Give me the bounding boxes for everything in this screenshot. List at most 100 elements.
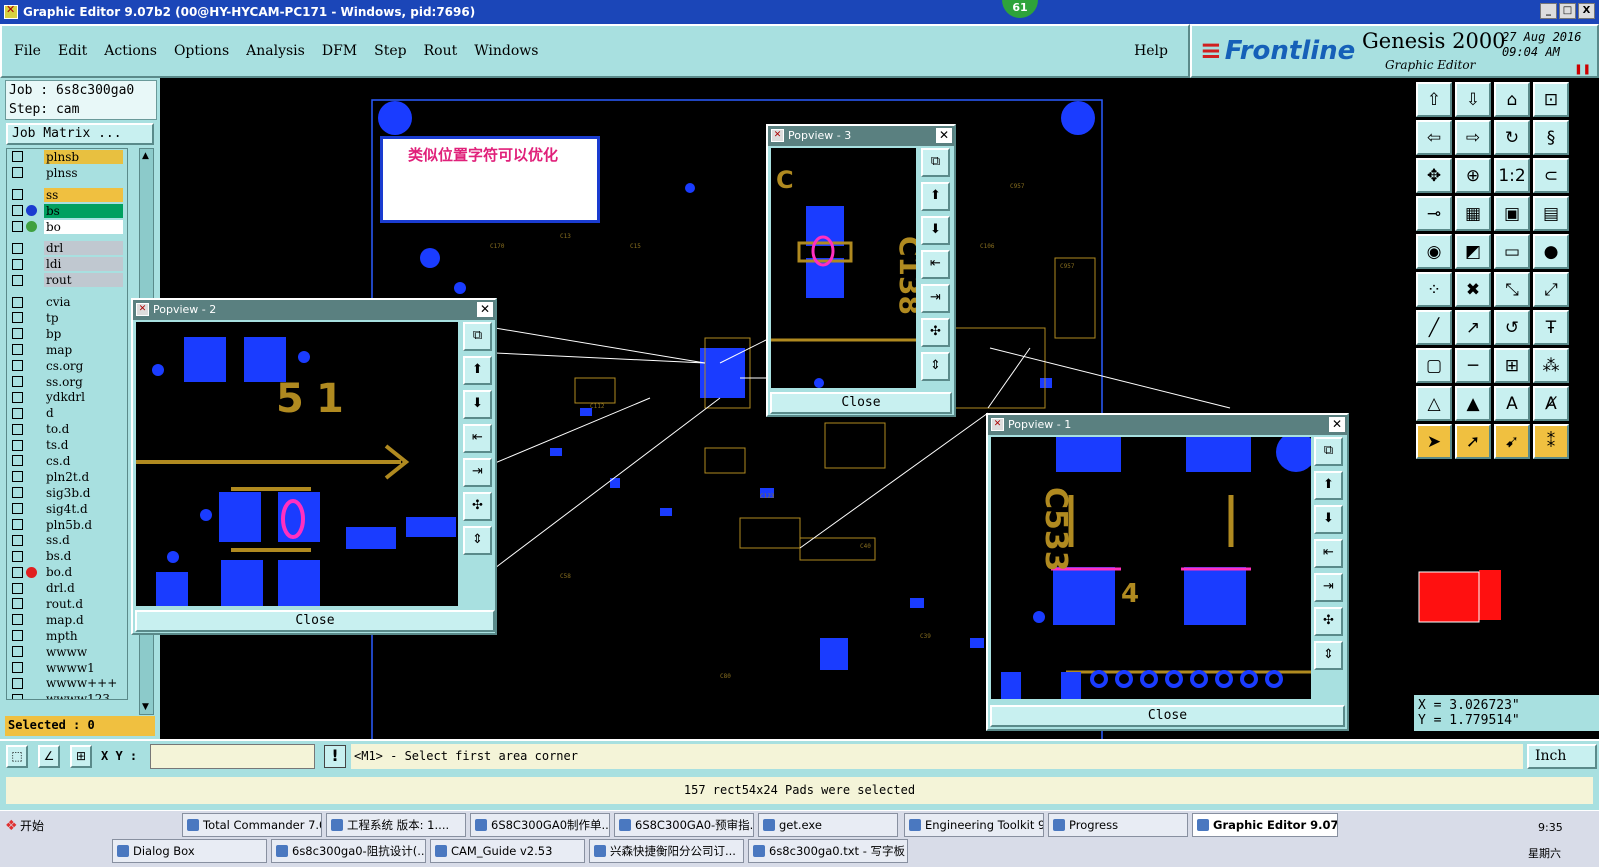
layer-row[interactable]: sig4t.d (7, 501, 127, 517)
link-icon[interactable]: ⤢ (1533, 272, 1569, 307)
job-matrix-button[interactable]: Job Matrix ... (6, 123, 154, 145)
zoom-home-icon[interactable]: ⇕ (1314, 641, 1343, 670)
layer-row[interactable]: ss.d (7, 532, 127, 548)
pan-right-icon[interactable]: ⇥ (921, 284, 950, 313)
center-icon[interactable]: ⊕ (1455, 158, 1491, 193)
layer-row[interactable]: sig3b.d (7, 485, 127, 501)
layer-name[interactable]: d (44, 406, 123, 421)
layer-name[interactable]: plnsb (44, 149, 123, 164)
text-icon[interactable]: Ŧ (1533, 310, 1569, 345)
popview-2-close-button[interactable]: Close (135, 610, 495, 632)
zoom-out-icon[interactable]: ⬇ (921, 216, 950, 245)
fit-screen-icon[interactable]: ✥ (1416, 158, 1452, 193)
select-icon[interactable]: ◉ (1416, 234, 1452, 269)
layer-checkbox[interactable] (12, 258, 23, 270)
layer-row[interactable]: bo.d (7, 564, 127, 580)
layer-name[interactable]: tp (44, 310, 123, 325)
layer-row[interactable]: wwww (7, 644, 127, 660)
notification-badge[interactable]: 61 (1002, 0, 1038, 18)
layer-checkbox[interactable] (12, 328, 23, 340)
layer-checkbox[interactable] (12, 423, 23, 435)
layer-row[interactable]: map.d (7, 612, 127, 628)
popview-3-view[interactable]: C138 C (771, 148, 916, 388)
close-button[interactable]: X (1578, 3, 1595, 19)
layer-row[interactable]: mpth (7, 628, 127, 644)
grid-mode-icon[interactable]: ⊞ (70, 745, 92, 768)
minimize-button[interactable]: _ (1540, 3, 1557, 19)
zoom-window-icon[interactable]: ⧉ (1314, 437, 1343, 466)
layer-row[interactable]: plnss (7, 165, 127, 181)
layer-name[interactable]: bs (44, 203, 123, 218)
layer-name[interactable]: bs.d (44, 549, 123, 564)
menu-windows[interactable]: Windows (474, 43, 538, 59)
rect-add-icon[interactable]: ▢ (1416, 348, 1452, 383)
minus-icon[interactable]: ─ (1455, 348, 1491, 383)
menu-options[interactable]: Options (174, 43, 229, 59)
grid-icon[interactable]: ▦ (1455, 196, 1491, 231)
layer-checkbox[interactable] (12, 296, 23, 308)
layer-checkbox[interactable] (12, 376, 23, 388)
pan-left-icon[interactable]: ⇤ (921, 250, 950, 279)
menu-help[interactable]: Help (1134, 43, 1168, 59)
layer-checkbox[interactable] (12, 598, 23, 610)
layer-name[interactable]: sig4t.d (44, 501, 123, 516)
zoom-window-icon[interactable]: ⧉ (921, 148, 950, 177)
layer-row[interactable]: cs.org (7, 358, 127, 374)
taskbar-item[interactable]: Total Commander 7.0 ... (182, 813, 322, 837)
menu-dfm[interactable]: DFM (322, 43, 357, 59)
layer-checkbox[interactable] (12, 550, 23, 562)
popview-1-view[interactable]: C533 4 (991, 437, 1311, 699)
cluster-icon[interactable]: ⁂ (1533, 348, 1569, 383)
layer-name[interactable]: pln5b.d (44, 517, 123, 532)
layer-name[interactable]: wwww1 (44, 660, 123, 675)
zoom-fit-icon[interactable]: ✣ (921, 318, 950, 347)
layer-row[interactable]: tp (7, 310, 127, 326)
letter-a-mirror-icon[interactable]: Ⱥ (1533, 386, 1569, 421)
layer-checkbox[interactable] (12, 471, 23, 483)
redraw-icon[interactable]: ↻ (1494, 120, 1530, 155)
node-icon[interactable]: ⁘ (1416, 272, 1452, 307)
zoom-home-icon[interactable]: ⇕ (463, 526, 492, 555)
letter-a-icon[interactable]: A (1494, 386, 1530, 421)
units-selector[interactable]: Inch (1527, 744, 1597, 769)
layer-row[interactable]: wwww1 (7, 660, 127, 676)
pan-right-icon[interactable]: ⇨ (1455, 120, 1491, 155)
line-icon[interactable]: ╱ (1416, 310, 1452, 345)
layer-name[interactable]: rout.d (44, 596, 123, 611)
layer-checkbox[interactable] (12, 503, 23, 515)
popview-2-view[interactable]: 5 1 (136, 322, 458, 606)
layer-name[interactable]: ldi (44, 257, 123, 272)
layer-name[interactable]: ts.d (44, 438, 123, 453)
layer-row[interactable]: rout.d (7, 596, 127, 612)
layer-name[interactable]: cs.org (44, 358, 123, 373)
layer-name[interactable]: map (44, 342, 123, 357)
maximize-button[interactable]: □ (1559, 3, 1576, 19)
layer-checkbox[interactable] (12, 662, 23, 674)
layer-row[interactable]: bs.d (7, 548, 127, 564)
layer-name[interactable]: ss.d (44, 533, 123, 548)
measure-icon[interactable]: ⊸ (1416, 196, 1452, 231)
popview-1-close-button[interactable]: Close (990, 705, 1345, 727)
layer-row[interactable]: ts.d (7, 437, 127, 453)
layer-name[interactable]: ss (44, 187, 123, 202)
layer-row[interactable]: plnsb (7, 149, 127, 165)
tray-clock[interactable]: 9:35 (1538, 821, 1563, 834)
pan-left-icon[interactable]: ⇦ (1416, 120, 1452, 155)
pan-right-icon[interactable]: ⇥ (463, 458, 492, 487)
layer-row[interactable]: bs (7, 203, 127, 219)
taskbar-item[interactable]: 6s8c300ga0-阻抗设计(... (271, 839, 426, 863)
layer-checkbox[interactable] (12, 677, 23, 689)
pause-icon[interactable]: ❚❚ (1574, 64, 1591, 75)
layer-name[interactable]: mpth (44, 628, 123, 643)
layer-checkbox[interactable] (12, 582, 23, 594)
zoom-fit-icon[interactable]: ✣ (1314, 607, 1343, 636)
pointer-icon[interactable]: ➤ (1416, 424, 1452, 459)
taskbar-item[interactable]: 6S8C300GA0-预审指... (614, 813, 754, 837)
layer-name[interactable]: cvia (44, 295, 123, 310)
layer-checkbox[interactable] (12, 167, 23, 179)
layer-name[interactable]: wwww+++ (44, 676, 123, 691)
layer-row[interactable]: ss.org (7, 374, 127, 390)
pad-icon[interactable]: ● (1533, 234, 1569, 269)
snap-icon[interactable]: § (1533, 120, 1569, 155)
zoom-out-icon[interactable]: ⇩ (1455, 82, 1491, 117)
